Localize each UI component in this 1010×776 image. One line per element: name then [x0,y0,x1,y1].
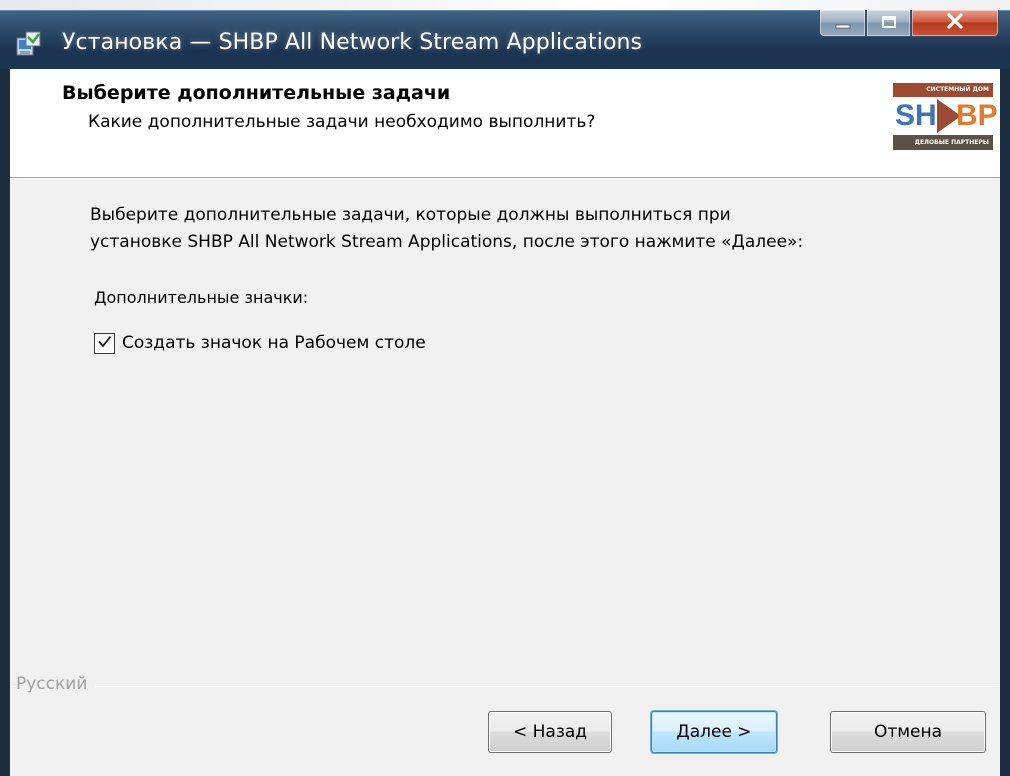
logo-bp-letters: BP [956,99,998,132]
close-icon [946,13,964,33]
wizard-header: Выберите дополнительные задачи Какие доп… [10,69,1000,179]
client-area: Выберите дополнительные задачи Какие доп… [10,69,1000,776]
task-description: Выберите дополнительные задачи, которые … [90,202,970,256]
maximize-button[interactable] [866,10,911,37]
back-button[interactable]: < Назад [488,711,612,753]
language-separator: Русский [10,672,1000,702]
page-title: Выберите дополнительные задачи [62,82,451,104]
separator-line [10,686,1000,687]
desktop-icon-option[interactable]: Создать значок на Рабочем столе [94,330,426,356]
logo-middle: SH BP [893,97,998,135]
caption-buttons [819,10,999,37]
window-title: Установка — SHBP All Network Stream Appl… [62,30,643,55]
logo-bottom-text: ДЕЛОВЫЕ ПАРТНЕРЫ [893,135,993,150]
page-subtitle: Какие дополнительные задачи необходимо в… [88,112,596,132]
shbp-logo: СИСТЕМНЫЙ ДОМ SH BP ДЕЛОВЫЕ ПАРТНЕРЫ [893,83,998,150]
window-frame-left [0,69,10,776]
window-frame-right [1000,69,1010,776]
maximize-icon [881,14,897,33]
language-label: Русский [16,674,96,694]
installer-window: Установка — SHBP All Network Stream Appl… [0,0,1010,776]
description-line-2: установке SHBP All Network Stream Applic… [90,232,804,252]
installer-app-icon [14,29,44,59]
desktop-icon-checkbox[interactable] [94,332,115,354]
logo-sh-letters: SH [895,99,937,132]
desktop-icon-checkbox-label[interactable]: Создать значок на Рабочем столе [122,333,426,353]
logo-top-text: СИСТЕМНЫЙ ДОМ [893,83,993,97]
checkmark-icon [96,333,113,354]
description-line-1: Выберите дополнительные задачи, которые … [90,205,731,225]
minimize-icon [835,14,851,33]
wizard-body: Выберите дополнительные задачи, которые … [10,180,1000,700]
minimize-button[interactable] [819,10,866,37]
cancel-button[interactable]: Отмена [830,711,986,753]
next-button[interactable]: Далее > [651,711,777,753]
close-button[interactable] [911,10,999,37]
group-label-additional-icons: Дополнительные значки: [94,288,309,307]
